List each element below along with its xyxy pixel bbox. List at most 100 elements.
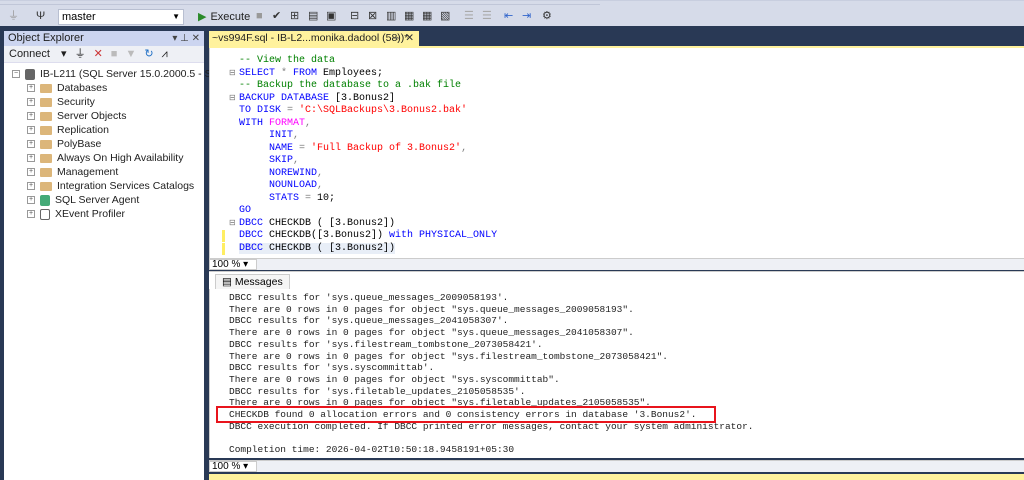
indent-icon[interactable]: ⇥ (522, 10, 531, 22)
change-connection-icon[interactable]: Ψ (36, 10, 45, 22)
results-to-text-icon[interactable]: ▦ (404, 10, 414, 22)
results-to-grid-icon[interactable]: ▦ (422, 10, 432, 22)
code-token: , (293, 155, 300, 166)
fold-icon[interactable]: ⊟ (229, 218, 236, 227)
include-plan-icon[interactable]: ⊟ (350, 10, 359, 22)
tree-item-label: Server Objects (57, 110, 127, 122)
code-token: Employees; (317, 67, 384, 79)
collapse-icon[interactable]: − (12, 70, 20, 79)
code-token: DBCC (239, 230, 264, 241)
tree-item-label: Integration Services Catalogs (57, 180, 195, 192)
outdent-icon[interactable]: ⇤ (504, 10, 513, 22)
tree-item-always-on[interactable]: + Always On High Availability (4, 151, 204, 165)
code-token: TO DISK (239, 105, 282, 116)
code-token: , (317, 167, 324, 179)
pin-icon[interactable]: ⊸ (391, 31, 399, 46)
code-token: * (275, 67, 294, 79)
expand-icon[interactable]: + (27, 126, 35, 135)
stop-icon[interactable]: ■ (256, 10, 263, 22)
code-editor[interactable]: ⊟ ⊟ ⊟ -- View the data SELECT * FROM Emp… (209, 48, 1024, 258)
filter-icon[interactable]: ▼ (125, 48, 136, 60)
tree-item-xevent-profiler[interactable]: + XEvent Profiler (4, 207, 204, 221)
tree-item-sql-server-agent[interactable]: + SQL Server Agent (4, 193, 204, 207)
editor-zoom-select[interactable]: 100 % ▾ (209, 259, 257, 270)
fold-icon[interactable]: ⊟ (229, 93, 236, 102)
live-stats-icon[interactable]: ⊠ (368, 10, 377, 22)
tree-item-polybase[interactable]: + PolyBase (4, 137, 204, 151)
expand-icon[interactable]: + (27, 182, 35, 191)
code-token: = (299, 192, 318, 204)
disconnect-icon[interactable]: ✕ (94, 48, 103, 60)
expand-icon[interactable]: + (27, 210, 35, 219)
tree-item-replication[interactable]: + Replication (4, 123, 204, 137)
expand-icon[interactable]: + (27, 112, 35, 121)
expand-icon[interactable]: + (27, 154, 35, 163)
display-plan-icon[interactable]: ⊞ (290, 10, 299, 22)
folder-icon (40, 83, 52, 93)
tree-item-management[interactable]: + Management (4, 165, 204, 179)
activity-icon[interactable]: ⩘ (162, 48, 168, 60)
tab-label: Messages (234, 276, 283, 288)
fold-icon[interactable]: ⊟ (229, 68, 236, 77)
close-icon[interactable]: ✕ (405, 31, 414, 46)
specify-values-icon[interactable]: ▣ (326, 10, 336, 22)
tree-item-integration-services[interactable]: + Integration Services Catalogs (4, 179, 204, 193)
expand-icon[interactable]: + (27, 84, 35, 93)
connect-button[interactable]: Connect ▾ (9, 48, 67, 60)
code-token: INIT (239, 130, 294, 141)
query-designer-icon[interactable]: ▤ (308, 10, 318, 22)
completion-time: Completion time: 2026-04-02T10:50:18.945… (229, 444, 515, 456)
zoom-value: 100 % (212, 259, 241, 270)
code-token: CHECKDB (263, 217, 318, 229)
results-to-file-icon[interactable]: ▧ (440, 10, 450, 22)
stop-icon[interactable]: ■ (111, 48, 118, 60)
execute-button[interactable]: ▶ Execute (198, 10, 250, 23)
code-token: CHECKDB (263, 242, 318, 254)
uncomment-icon[interactable]: ☰ (482, 10, 492, 22)
code-token: ([3.Bonus2]) (311, 230, 390, 241)
refresh-icon[interactable]: ↻ (144, 48, 153, 60)
tree-item-security[interactable]: + Security (4, 95, 204, 109)
message-line: There are 0 rows in 0 pages for object "… (229, 373, 560, 385)
results-zoom-select[interactable]: 100 % ▾ (209, 461, 257, 472)
expand-icon[interactable]: + (27, 140, 35, 149)
tab-query-editor[interactable]: ~vs994F.sql - IB-L2...monika.dadool (58)… (209, 31, 419, 46)
code-token: STATS (239, 192, 300, 204)
connect-label: Connect (9, 48, 50, 60)
comment-icon[interactable]: ☰ (464, 10, 474, 22)
code-token: , (305, 117, 312, 129)
expand-icon[interactable]: + (27, 168, 35, 177)
panel-controls[interactable]: ▾ ⊥ ✕ (172, 31, 200, 46)
messages-pane[interactable]: DBCC results for 'sys.queue_messages_200… (209, 289, 1024, 458)
code-token: with PHYSICAL_ONLY (389, 230, 498, 241)
tree-item-server-objects[interactable]: + Server Objects (4, 109, 204, 123)
messages-text: DBCC results for 'sys.queue_messages_200… (229, 292, 754, 456)
code-token: NOREWIND (239, 167, 318, 179)
parse-check-icon[interactable]: ✔ (272, 10, 281, 22)
expand-icon[interactable]: + (27, 196, 35, 205)
code-token: 10; (317, 192, 336, 204)
plug-icon[interactable]: ⏚ (75, 48, 86, 60)
code-token: ( [3.Bonus2]) (317, 242, 396, 254)
specify-template-icon[interactable]: ⚙ (542, 10, 552, 22)
folder-icon (40, 97, 52, 107)
message-line: DBCC results for 'sys.queue_messages_204… (229, 315, 509, 327)
tree-item-label: SQL Server Agent (55, 194, 140, 206)
expand-icon[interactable]: + (27, 98, 35, 107)
message-line: There are 0 rows in 0 pages for object "… (229, 350, 668, 362)
message-line: DBCC results for 'sys.syscommittab'. (229, 362, 435, 374)
database-select[interactable]: master ▼ (58, 9, 184, 25)
database-value: master (62, 11, 96, 23)
code-token: 'Full Backup of 3.Bonus2' (311, 142, 462, 154)
code-token: , (317, 180, 324, 191)
client-stats-icon[interactable]: ▥ (386, 10, 396, 22)
server-node[interactable]: − IB-L211 (SQL Server 15.0.2000.5 - STELL (4, 67, 237, 81)
connect-icon[interactable]: ⏚ (8, 10, 19, 22)
code-token: SKIP (239, 155, 294, 166)
tab-messages[interactable]: ▤ Messages (215, 274, 290, 290)
folder-icon (40, 167, 52, 177)
code-token: , (461, 142, 468, 154)
tree-item-databases[interactable]: + Databases (4, 81, 204, 95)
object-explorer-title: Object Explorer (8, 32, 84, 44)
message-line: There are 0 rows in 0 pages for object "… (229, 327, 634, 339)
